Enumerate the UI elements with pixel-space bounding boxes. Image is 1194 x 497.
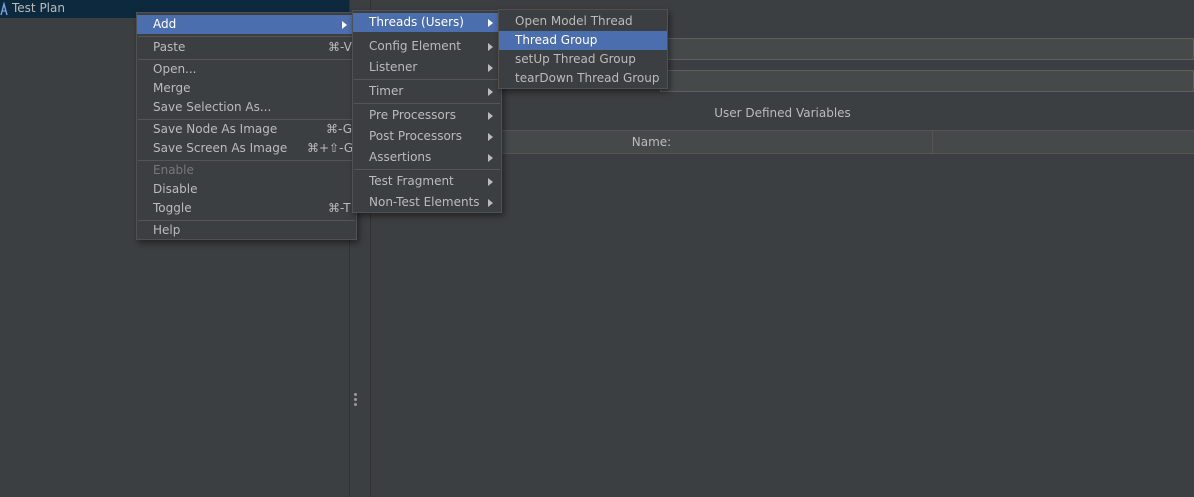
- menu-item-label: Open...: [153, 62, 197, 76]
- menu-item-label: Add: [153, 17, 177, 31]
- menu-item-merge[interactable]: Merge: [137, 79, 356, 98]
- menu-item-open[interactable]: Open...: [137, 60, 356, 79]
- menu-item-setup-thread-group[interactable]: setUp Thread Group: [499, 50, 667, 69]
- grip-dot: [354, 393, 357, 396]
- menu-item-label: Test Fragment: [369, 174, 454, 188]
- menu-item-label: Timer: [369, 84, 404, 98]
- menu-item-label: Non-Test Elements: [369, 195, 480, 209]
- menu-item-teardown-thread-group[interactable]: tearDown Thread Group: [499, 69, 667, 88]
- tree-node-label: Test Plan: [12, 1, 65, 15]
- menu-item-help[interactable]: Help: [137, 221, 356, 240]
- test-plan-icon: [0, 2, 8, 16]
- menu-item-paste[interactable]: Paste ⌘-V: [137, 38, 356, 57]
- menu-shortcut: ⌘+⇧-G: [307, 141, 354, 155]
- menu-item-save-selection-as[interactable]: Save Selection As...: [137, 98, 356, 117]
- menu-item-label: Threads (Users): [369, 15, 464, 29]
- menu-item-timer[interactable]: Timer: [353, 82, 501, 101]
- menu-item-save-node-as-image[interactable]: Save Node As Image ⌘-G: [137, 120, 356, 139]
- menu-item-label: Pre Processors: [369, 108, 456, 122]
- menu-item-save-screen-as-image[interactable]: Save Screen As Image ⌘+⇧-G: [137, 139, 356, 158]
- menu-separator: [354, 79, 500, 80]
- menu-item-config-element[interactable]: Config Element: [353, 37, 501, 56]
- menu-item-post-processors[interactable]: Post Processors: [353, 127, 501, 146]
- menu-item-assertions[interactable]: Assertions: [353, 148, 501, 167]
- menu-item-label: Thread Group: [515, 33, 598, 47]
- menu-item-threads-users[interactable]: Threads (Users): [353, 13, 501, 32]
- menu-item-open-model-thread-group[interactable]: Open Model Thread Group: [499, 12, 667, 47]
- menu-item-label: setUp Thread Group: [515, 52, 636, 66]
- context-menu: Add Paste ⌘-V Open... Merge Save Selecti…: [136, 12, 357, 240]
- menu-item-label: Paste: [153, 40, 186, 54]
- menu-item-toggle[interactable]: Toggle ⌘-T: [137, 199, 356, 218]
- menu-item-label: Save Screen As Image: [153, 141, 288, 155]
- submenu-arrow-icon: [488, 199, 493, 207]
- menu-item-label: Post Processors: [369, 129, 462, 143]
- menu-item-label: Enable: [153, 163, 194, 177]
- add-submenu: Threads (Users) Config Element Listener …: [352, 10, 502, 213]
- menu-item-label: Config Element: [369, 39, 461, 53]
- menu-shortcut: ⌘-T: [328, 201, 351, 215]
- menu-item-label: Help: [153, 223, 181, 237]
- grip-dot: [354, 403, 357, 406]
- menu-item-non-test-elements[interactable]: Non-Test Elements: [353, 193, 501, 212]
- menu-item-label: tearDown Thread Group: [515, 71, 660, 85]
- menu-item-enable: Enable: [137, 161, 356, 180]
- menu-item-label: Disable: [153, 182, 198, 196]
- menu-item-label: Merge: [153, 81, 191, 95]
- submenu-arrow-icon: [488, 178, 493, 186]
- menu-item-label: Assertions: [369, 150, 432, 164]
- menu-item-label: Toggle: [153, 201, 192, 215]
- submenu-arrow-icon: [488, 112, 493, 120]
- submenu-arrow-icon: [488, 19, 493, 27]
- jmeter-window: Test Plan User Defined Variables Name: A…: [0, 0, 1194, 497]
- menu-item-add[interactable]: Add: [137, 15, 356, 34]
- menu-separator: [138, 36, 355, 37]
- menu-item-test-fragment[interactable]: Test Fragment: [353, 172, 501, 191]
- submenu-arrow-icon: [488, 64, 493, 72]
- threads-submenu: Open Model Thread Group Thread Group set…: [498, 9, 668, 89]
- grip-dot: [354, 398, 357, 401]
- menu-item-pre-processors[interactable]: Pre Processors: [353, 106, 501, 125]
- menu-shortcut: ⌘-V: [328, 40, 352, 54]
- column-header-value[interactable]: [933, 131, 1194, 153]
- comments-field[interactable]: [660, 70, 1194, 92]
- submenu-arrow-icon: [488, 154, 493, 162]
- menu-item-listener[interactable]: Listener: [353, 58, 501, 77]
- menu-item-label: Save Node As Image: [153, 122, 278, 136]
- menu-item-thread-group[interactable]: Thread Group: [499, 31, 667, 50]
- name-field[interactable]: [660, 38, 1194, 60]
- menu-item-disable[interactable]: Disable: [137, 180, 356, 199]
- menu-separator: [354, 103, 500, 104]
- menu-item-label: Save Selection As...: [153, 100, 272, 114]
- menu-shortcut: ⌘-G: [326, 122, 353, 136]
- submenu-arrow-icon: [488, 133, 493, 141]
- menu-separator: [354, 169, 500, 170]
- submenu-arrow-icon: [488, 43, 493, 51]
- submenu-arrow-icon: [488, 88, 493, 96]
- submenu-arrow-icon: [342, 21, 347, 29]
- menu-item-label: Listener: [369, 60, 418, 74]
